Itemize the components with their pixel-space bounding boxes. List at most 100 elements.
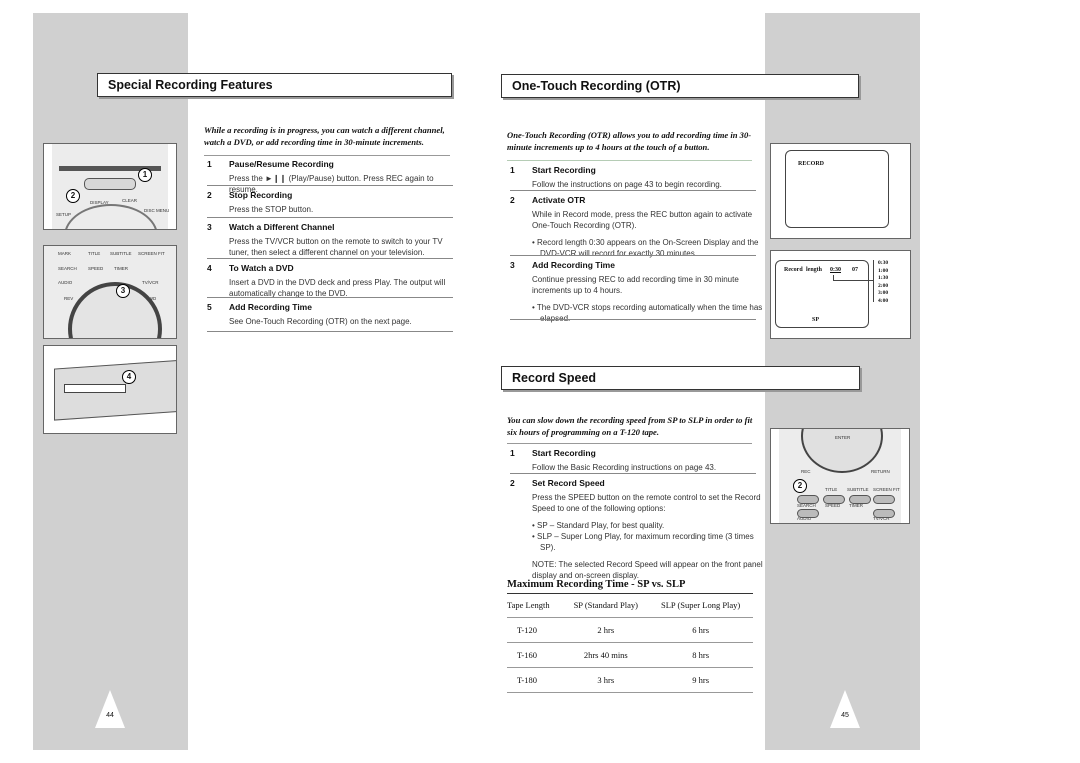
divider (207, 258, 453, 259)
osd-record-length-screen: Record length 0:30 07 SP 0:30 1:00 1:30 2:0… (770, 250, 911, 339)
page-number-right: 45 (830, 690, 860, 728)
callout-2: 2 (66, 189, 80, 203)
osd-length-value: 0:30 (830, 267, 841, 273)
step-body: Press the SPEED button on the remote con… (532, 492, 767, 581)
step-number: 2 (510, 478, 515, 488)
divider (207, 331, 453, 332)
step-number: 2 (207, 190, 212, 200)
step-heading: Start Recording (532, 165, 596, 175)
step-number: 1 (207, 159, 212, 169)
step-number: 3 (207, 222, 212, 232)
step-heading: Add Recording Time (532, 260, 615, 270)
label: REV (64, 296, 74, 301)
table-cell: 2 hrs (563, 617, 649, 643)
intro-text: While a recording is in progress, you ca… (204, 125, 445, 147)
label: REC (801, 469, 811, 474)
remote-illustration-play-stop: DISPLAY CLEAR SETUP DISC MENU 1 2 (43, 143, 177, 230)
step-text: While in Record mode, press the REC butt… (532, 210, 753, 230)
step-text: Press the SPEED button on the remote con… (532, 493, 761, 513)
table-row: T-160 2hrs 40 mins 8 hrs (507, 642, 753, 668)
manual-spread: Special Recording Features While a recor… (0, 0, 1080, 763)
page-number-left: 44 (95, 690, 125, 728)
osd-channel: 07 (852, 267, 858, 273)
table-cell: T-120 (507, 617, 564, 643)
remote-illustration-tvvcr: MARK TITLE SUBTITLE SCREEN FIT SEARCH SP… (43, 245, 177, 339)
step-body: See One-Touch Recording (OTR) on the nex… (229, 316, 464, 327)
table-row: T-180 3 hrs 9 hrs (507, 667, 753, 693)
step-text: Press the STOP button. (229, 205, 314, 214)
record-speed-intro: You can slow down the recording speed fr… (507, 415, 753, 437)
step-number: 1 (510, 448, 515, 458)
column-header: SLP (Super Long Play) (648, 593, 753, 618)
step-heading: Activate OTR (532, 195, 586, 205)
table-row: T-120 2 hrs 6 hrs (507, 617, 753, 643)
step-heading: Set Record Speed (532, 478, 605, 488)
label: AUDIO (58, 280, 73, 285)
step-text: Insert a DVD in the DVD deck and press P… (229, 278, 446, 298)
section-title-record-speed: Record Speed (501, 366, 860, 390)
step-body: Press the TV/VCR button on the remote to… (229, 236, 464, 258)
otr-option: 1:00 (878, 267, 889, 274)
label: SPEED (88, 266, 104, 271)
step-heading: Pause/Resume Recording (229, 159, 334, 169)
label: ENTER (835, 435, 851, 440)
otr-option: 4:00 (878, 297, 889, 304)
osd-text: length (806, 267, 823, 273)
bullet: • SP – Standard Play, for best quality. (532, 521, 665, 530)
step-body: Press the STOP button. (229, 204, 464, 215)
recording-time-table: Tape Length SP (Standard Play) SLP (Super … (507, 593, 753, 693)
label: MARK (58, 251, 72, 256)
label-setup: SETUP (56, 212, 72, 217)
tv-screen: RECORD (785, 150, 889, 228)
table-cell: T-160 (507, 642, 564, 668)
step-body: Follow the instructions on page 43 to be… (532, 179, 767, 190)
divider (507, 443, 752, 444)
osd-speed: SP (812, 317, 820, 323)
table-cell: 3 hrs (563, 667, 649, 693)
step-body: While in Record mode, press the REC butt… (532, 209, 767, 259)
divider (510, 190, 756, 191)
osd-record-screen: RECORD (770, 143, 911, 239)
otr-option: 2:00 (878, 282, 889, 289)
section-title-otr: One-Touch Recording (OTR) (501, 74, 859, 98)
tv-screen: Record length 0:30 07 SP (775, 260, 869, 328)
callout-2: 2 (793, 479, 807, 493)
table-title: Maximum Recording Time - SP vs. SLP (507, 579, 686, 590)
label-display: DISPLAY (90, 200, 109, 205)
callout-3: 3 (116, 284, 130, 298)
label: TV/VCR (142, 280, 159, 285)
step-text: Press the TV/VCR button on the remote to… (229, 237, 443, 257)
step-number: 2 (510, 195, 515, 205)
osd-record-text: RECORD (798, 161, 825, 167)
label: SUBTITLE (847, 487, 869, 492)
step-text: Follow the Basic Recording instructions … (532, 463, 717, 472)
step-heading: Stop Recording (229, 190, 293, 200)
label: TITLE (825, 487, 838, 492)
bullet: • The DVD-VCR stops recording automatica… (532, 303, 763, 323)
label: SCREEN FIT (138, 251, 165, 256)
label: SEARCH (58, 266, 77, 271)
step-text: Continue pressing REC to add recording t… (532, 275, 739, 295)
title-text: Record Speed (512, 371, 597, 385)
table-cell: 9 hrs (648, 667, 753, 693)
table-cell: 2hrs 40 mins (563, 642, 649, 668)
page-number-text: 45 (841, 712, 849, 719)
divider (510, 319, 756, 320)
otr-intro: One-Touch Recording (OTR) allows you to … (507, 130, 752, 152)
label: RETURN (871, 469, 890, 474)
label: SUBTITLE (110, 251, 132, 256)
step-heading: Add Recording Time (229, 302, 312, 312)
divider (207, 217, 453, 218)
remote-illustration-speed: ENTER REC RETURN TITLE SUBTITLE SCREEN F… (770, 428, 910, 524)
step-number: 1 (510, 165, 515, 175)
otr-options-list: 0:30 1:00 1:30 2:00 3:00 4:00 (878, 260, 888, 305)
label: TIMER (114, 266, 128, 271)
step-number: 5 (207, 302, 212, 312)
column-header: Tape Length (507, 593, 564, 618)
osd-text: Record (784, 267, 803, 273)
table-cell: 8 hrs (648, 642, 753, 668)
divider (204, 155, 450, 156)
step-heading: Watch a Different Channel (229, 222, 335, 232)
step-body: Follow the Basic Recording instructions … (532, 462, 767, 473)
label-clear: CLEAR (122, 198, 138, 203)
